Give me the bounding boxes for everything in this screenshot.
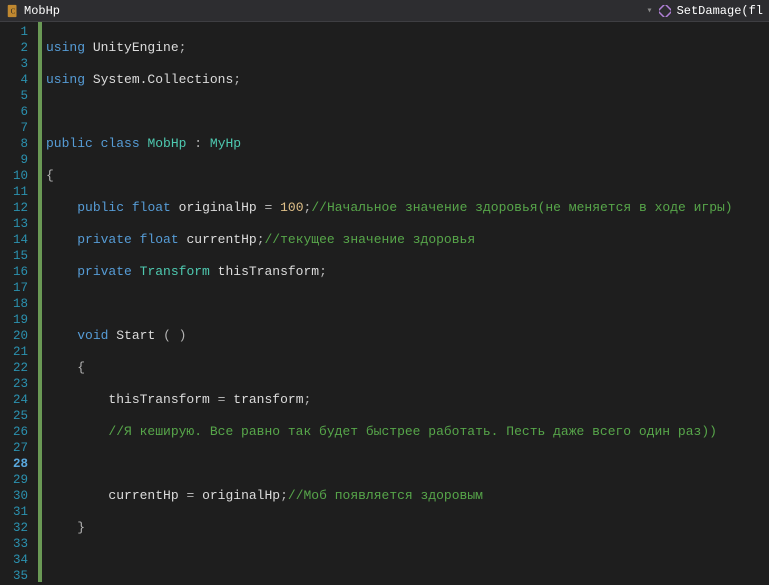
line-number[interactable]: 8: [4, 136, 28, 152]
line-number[interactable]: 13: [4, 216, 28, 232]
line-number[interactable]: 11: [4, 184, 28, 200]
code-line[interactable]: {: [46, 360, 769, 376]
line-number[interactable]: 6: [4, 104, 28, 120]
line-number[interactable]: 28: [4, 456, 28, 472]
code-line[interactable]: [46, 296, 769, 312]
titlebar-right: ▾ SetDamage(fl: [647, 4, 763, 18]
line-number[interactable]: 16: [4, 264, 28, 280]
code-line[interactable]: private float currentHp;//текущее значен…: [46, 232, 769, 248]
line-number[interactable]: 7: [4, 120, 28, 136]
line-number[interactable]: 25: [4, 408, 28, 424]
code-line[interactable]: }: [46, 520, 769, 536]
line-number[interactable]: 26: [4, 424, 28, 440]
line-number[interactable]: 32: [4, 520, 28, 536]
code-area[interactable]: using UnityEngine; using System.Collecti…: [42, 22, 769, 585]
code-line[interactable]: void Start ( ): [46, 328, 769, 344]
line-number[interactable]: 31: [4, 504, 28, 520]
line-number[interactable]: 18: [4, 296, 28, 312]
editor-titlebar: C MobHp ▾ SetDamage(fl: [0, 0, 769, 22]
file-title[interactable]: MobHp: [24, 4, 60, 18]
line-number[interactable]: 19: [4, 312, 28, 328]
line-number[interactable]: 1: [4, 24, 28, 40]
code-line[interactable]: [46, 104, 769, 120]
code-line[interactable]: [46, 552, 769, 568]
code-line[interactable]: thisTransform = transform;: [46, 392, 769, 408]
line-number[interactable]: 14: [4, 232, 28, 248]
line-number[interactable]: 24: [4, 392, 28, 408]
method-name[interactable]: SetDamage(fl: [677, 4, 763, 18]
line-number[interactable]: 34: [4, 552, 28, 568]
line-number[interactable]: 33: [4, 536, 28, 552]
code-editor[interactable]: 1 2 3 4 5 6 7 8 9 10 11 12 13 14 15 16 1…: [0, 22, 769, 585]
file-dropdown-icon[interactable]: ▾: [647, 5, 653, 17]
line-number[interactable]: 17: [4, 280, 28, 296]
code-line[interactable]: public class MobHp : MyHp: [46, 136, 769, 152]
line-number[interactable]: 30: [4, 488, 28, 504]
method-icon: [659, 5, 671, 17]
titlebar-left: C MobHp: [6, 4, 60, 18]
line-number[interactable]: 35: [4, 568, 28, 584]
line-number[interactable]: 27: [4, 440, 28, 456]
code-line[interactable]: //Я кеширую. Все равно так будет быстрее…: [46, 424, 769, 440]
code-line[interactable]: private Transform thisTransform;: [46, 264, 769, 280]
line-number[interactable]: 2: [4, 40, 28, 56]
line-number-gutter: 1 2 3 4 5 6 7 8 9 10 11 12 13 14 15 16 1…: [0, 22, 38, 585]
line-number[interactable]: 15: [4, 248, 28, 264]
csharp-file-icon: C: [6, 4, 20, 18]
line-number[interactable]: 29: [4, 472, 28, 488]
code-line[interactable]: [46, 456, 769, 472]
code-line[interactable]: public float originalHp = 100;//Начально…: [46, 200, 769, 216]
svg-text:C: C: [11, 7, 16, 15]
line-number[interactable]: 9: [4, 152, 28, 168]
line-number[interactable]: 5: [4, 88, 28, 104]
code-line[interactable]: {: [46, 168, 769, 184]
code-line[interactable]: using UnityEngine;: [46, 40, 769, 56]
line-number[interactable]: 4: [4, 72, 28, 88]
code-line[interactable]: using System.Collections;: [46, 72, 769, 88]
line-number[interactable]: 10: [4, 168, 28, 184]
line-number[interactable]: 12: [4, 200, 28, 216]
line-number[interactable]: 20: [4, 328, 28, 344]
line-number[interactable]: 23: [4, 376, 28, 392]
code-line[interactable]: currentHp = originalHp;//Моб появляется …: [46, 488, 769, 504]
line-number[interactable]: 22: [4, 360, 28, 376]
line-number[interactable]: 21: [4, 344, 28, 360]
line-number[interactable]: 3: [4, 56, 28, 72]
